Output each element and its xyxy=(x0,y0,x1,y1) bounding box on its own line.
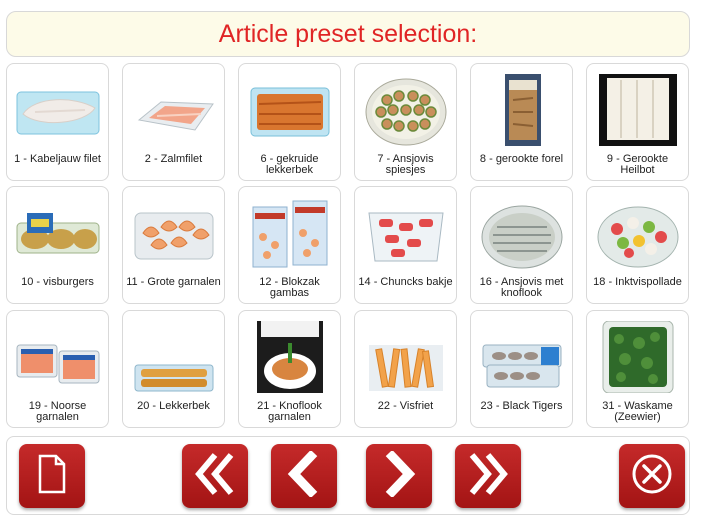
last-page-button[interactable] xyxy=(455,444,521,508)
first-page-button[interactable] xyxy=(182,444,248,508)
article-tile-23[interactable]: 23 - Black Tigers xyxy=(470,310,573,428)
article-label: 12 - Blokzak gambas xyxy=(259,276,320,299)
spiced-fish-icon xyxy=(247,74,333,146)
article-label: 20 - Lekkerbek xyxy=(137,400,210,412)
garlic-shrimp-icon xyxy=(247,321,333,393)
article-label: 8 - gerookte forel xyxy=(479,153,564,165)
article-label: 16 - Ansjovis met knoflook xyxy=(479,276,564,299)
page-title: Article preset selection: xyxy=(218,19,478,48)
article-tile-1[interactable]: 1 - Kabeljauw filet xyxy=(6,63,109,181)
fish-burgers-icon xyxy=(15,197,101,269)
article-tile-12[interactable]: 12 - Blokzak gambas xyxy=(238,186,341,304)
fish-fries-icon xyxy=(363,321,449,393)
article-tile-9[interactable]: 9 - Gerookte Heilbot xyxy=(586,63,689,181)
smoked-trout-icon xyxy=(479,74,565,146)
article-label: 11 - Grote garnalen xyxy=(126,276,221,288)
anchovy-skewers-icon xyxy=(363,74,449,146)
gambas-bags-icon xyxy=(247,197,333,269)
previous-page-icon xyxy=(282,449,326,502)
breaded-fish-icon xyxy=(131,321,217,393)
article-label: 21 - Knoflook garnalen xyxy=(257,400,322,423)
surimi-chunks-icon xyxy=(363,197,449,269)
large-shrimp-icon xyxy=(131,197,217,269)
article-label: 9 - Gerookte Heilbot xyxy=(606,153,669,176)
article-tile-10[interactable]: 10 - visburgers xyxy=(6,186,109,304)
article-label: 19 - Noorse garnalen xyxy=(28,400,87,423)
new-document-button[interactable] xyxy=(19,444,85,508)
article-tile-20[interactable]: 20 - Lekkerbek xyxy=(122,310,225,428)
article-tile-22[interactable]: 22 - Visfriet xyxy=(354,310,457,428)
article-tile-2[interactable]: 2 - Zalmfilet xyxy=(122,63,225,181)
next-page-button[interactable] xyxy=(366,444,432,508)
article-label: 1 - Kabeljauw filet xyxy=(14,153,101,165)
article-label: 23 - Black Tigers xyxy=(480,400,563,412)
article-label: 2 - Zalmfilet xyxy=(144,153,203,165)
article-label: 10 - visburgers xyxy=(21,276,94,288)
article-tile-21[interactable]: 21 - Knoflook garnalen xyxy=(238,310,341,428)
seaweed-icon xyxy=(595,321,681,393)
first-page-icon xyxy=(193,451,237,502)
smoked-halibut-icon xyxy=(595,74,681,146)
article-label: 18 - Inktvispollade xyxy=(593,276,682,288)
header-bar: Article preset selection: xyxy=(6,11,690,57)
salmon-fillet-icon xyxy=(131,74,217,146)
navigation-toolbar xyxy=(6,436,690,515)
article-tile-18[interactable]: 18 - Inktvispollade xyxy=(586,186,689,304)
close-icon xyxy=(630,452,674,501)
close-button[interactable] xyxy=(619,444,685,508)
article-tile-7[interactable]: 7 - Ansjovis spiesjes xyxy=(354,63,457,181)
article-tile-6[interactable]: 6 - gekruide lekkerbek xyxy=(238,63,341,181)
article-tile-16[interactable]: 16 - Ansjovis met knoflook xyxy=(470,186,573,304)
previous-page-button[interactable] xyxy=(271,444,337,508)
next-page-icon xyxy=(377,449,421,502)
article-tile-14[interactable]: 14 - Chuncks bakje xyxy=(354,186,457,304)
article-label: 31 - Waskame (Zeewier) xyxy=(602,400,673,423)
anchovy-garlic-icon xyxy=(479,197,565,269)
article-grid: 1 - Kabeljauw filet 2 - Zalmfilet 6 - ge… xyxy=(6,63,690,431)
article-tile-8[interactable]: 8 - gerookte forel xyxy=(470,63,573,181)
article-tile-31[interactable]: 31 - Waskame (Zeewier) xyxy=(586,310,689,428)
article-tile-19[interactable]: 19 - Noorse garnalen xyxy=(6,310,109,428)
document-icon xyxy=(37,454,67,499)
cod-fillet-icon xyxy=(15,74,101,146)
article-label: 22 - Visfriet xyxy=(377,400,434,412)
last-page-icon xyxy=(466,451,510,502)
squid-salad-icon xyxy=(595,197,681,269)
article-tile-11[interactable]: 11 - Grote garnalen xyxy=(122,186,225,304)
article-label: 14 - Chuncks bakje xyxy=(358,276,453,288)
article-label: 6 - gekruide lekkerbek xyxy=(260,153,319,176)
black-tiger-icon xyxy=(479,321,565,393)
norwegian-shrimp-icon xyxy=(15,321,101,393)
article-label: 7 - Ansjovis spiesjes xyxy=(377,153,434,176)
